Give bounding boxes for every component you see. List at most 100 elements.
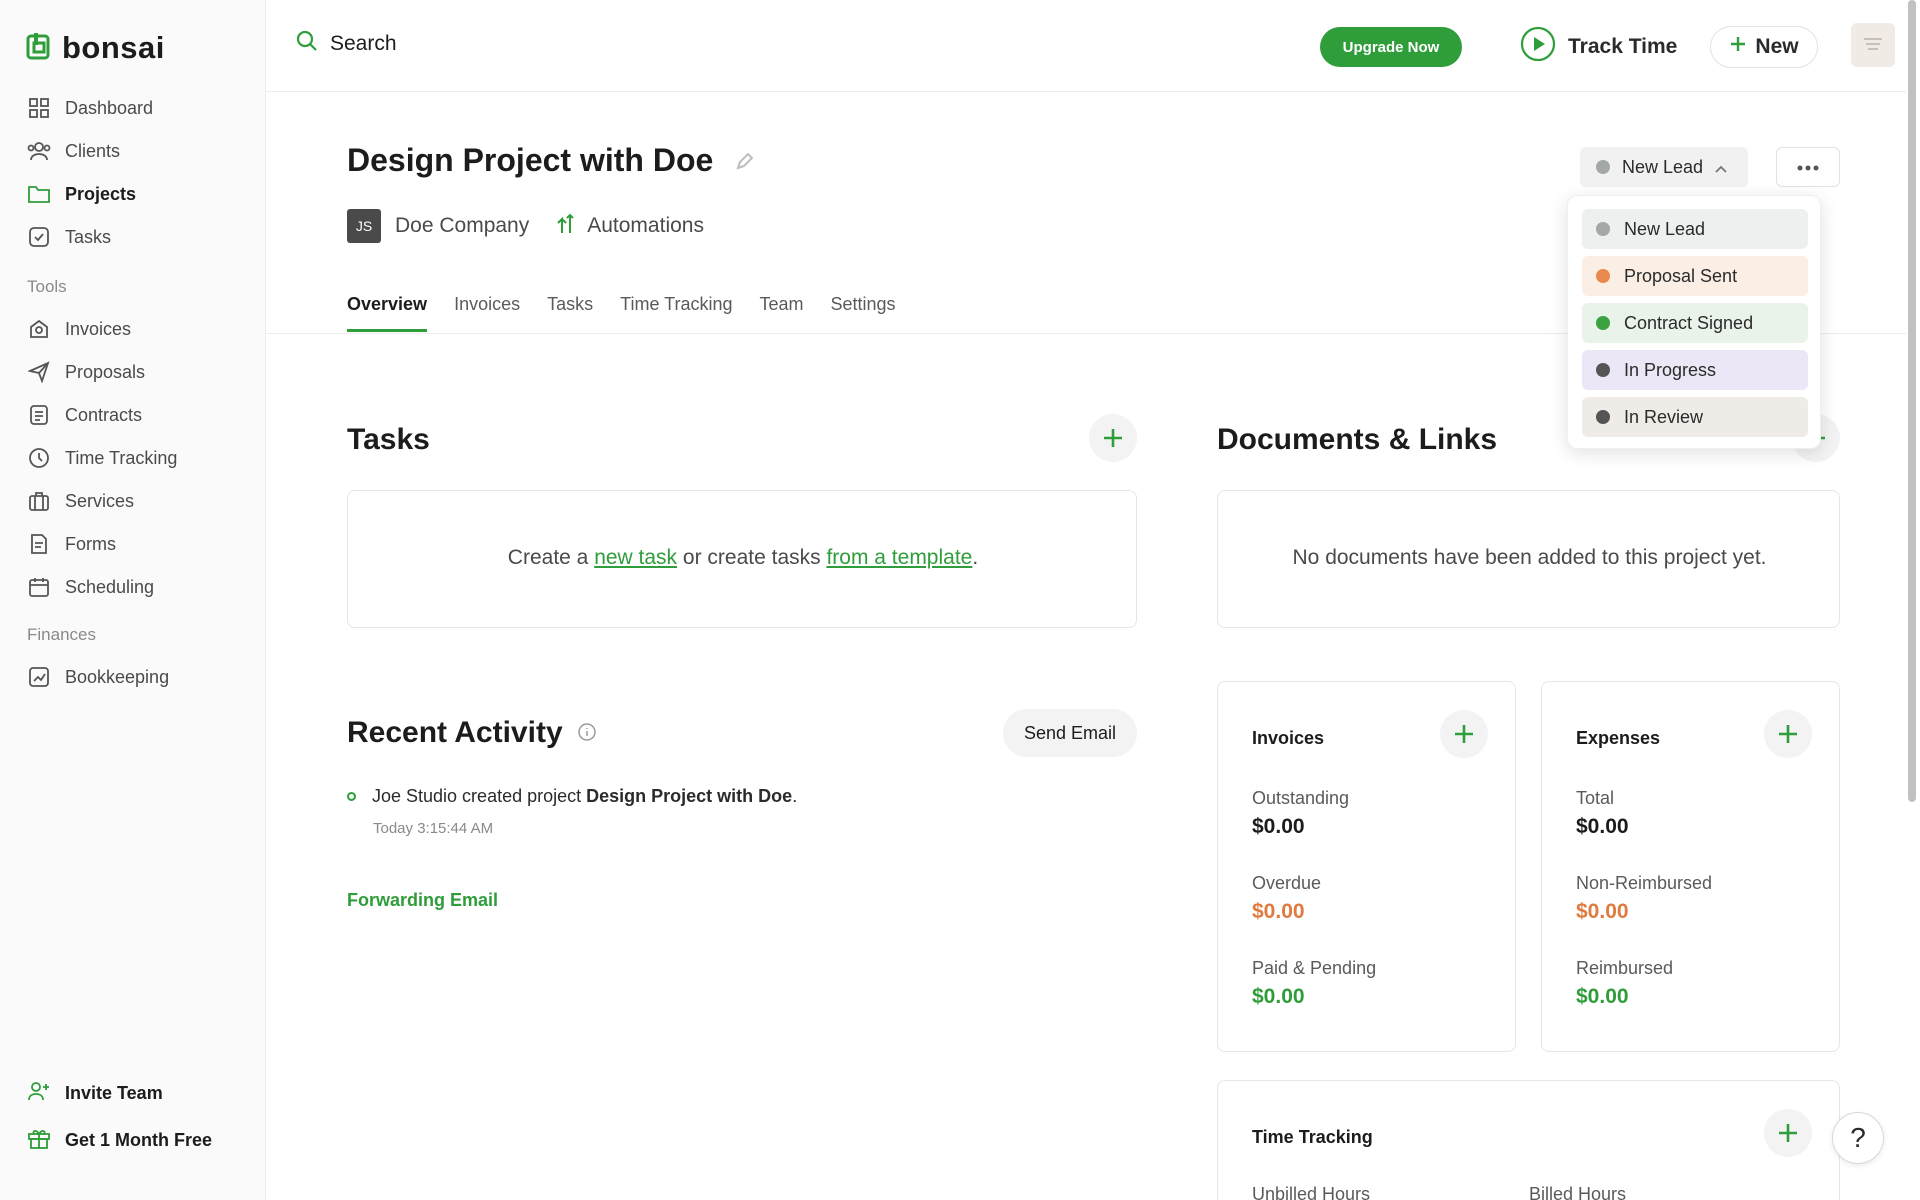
chevron-up-icon (1715, 157, 1727, 178)
dashboard-icon (27, 96, 51, 120)
logo[interactable]: bonsai (26, 30, 165, 66)
sidebar-item-label: Scheduling (65, 576, 155, 597)
status-option-in-progress[interactable]: In Progress (1582, 350, 1808, 390)
invoices-card: Invoices Outstanding $0.00 Overdue $0.00… (1217, 681, 1516, 1052)
sidebar-item-dashboard[interactable]: Dashboard (27, 96, 153, 120)
invite-team-button[interactable]: Invite Team (27, 1080, 163, 1107)
sidebar-item-label: Bookkeeping (65, 666, 170, 687)
sidebar-item-bookkeeping[interactable]: Bookkeeping (27, 665, 169, 689)
sidebar-item-contracts[interactable]: Contracts (27, 403, 142, 427)
expenses-card: Expenses Total $0.00 Non-Reimbursed $0.0… (1541, 681, 1840, 1052)
add-invoice-button[interactable] (1440, 710, 1488, 758)
play-icon (1520, 26, 1556, 68)
info-icon[interactable] (577, 716, 597, 750)
sidebar-item-projects[interactable]: Projects (27, 182, 136, 206)
help-button[interactable]: ? (1832, 1112, 1884, 1164)
add-time-entry-button[interactable] (1764, 1109, 1812, 1157)
get-free-month-button[interactable]: Get 1 Month Free (27, 1127, 212, 1154)
clients-icon (27, 139, 51, 163)
top-bar: Search Upgrade Now Track Time New (266, 0, 1920, 92)
status-dropdown-menu: New Lead Proposal Sent Contract Signed I… (1567, 195, 1821, 449)
status-option-proposal-sent[interactable]: Proposal Sent (1582, 256, 1808, 296)
non-reimbursed-label: Non-Reimbursed (1576, 873, 1713, 893)
scrollbar-thumb[interactable] (1908, 0, 1916, 802)
tasks-empty-suffix: . (972, 546, 979, 569)
tab-time-tracking[interactable]: Time Tracking (620, 294, 732, 332)
tab-overview[interactable]: Overview (347, 294, 428, 332)
client-name-link[interactable]: Doe Company (395, 214, 529, 238)
status-option-in-review[interactable]: In Review (1582, 397, 1808, 437)
activity-text: Joe Studio created project Design Projec… (372, 786, 797, 807)
project-title-text: Design Project with Doe (347, 142, 714, 178)
tab-tasks[interactable]: Tasks (547, 294, 593, 332)
sidebar-item-label: Dashboard (65, 97, 154, 118)
status-dot (1596, 160, 1610, 174)
contract-icon (27, 403, 51, 427)
invoice-icon (27, 317, 51, 341)
tasks-empty-text: Create a new task or create tasks from a… (348, 546, 1138, 570)
new-task-link[interactable]: new task (594, 546, 677, 569)
search-bar[interactable]: Search (296, 30, 397, 58)
briefcase-icon (27, 489, 51, 513)
sidebar-item-label: Clients (65, 140, 121, 161)
sidebar-item-label: Time Tracking (65, 447, 178, 468)
logo-text: bonsai (62, 30, 165, 65)
section-heading-tools: Tools (27, 277, 67, 296)
send-icon (27, 360, 51, 384)
status-option-label: Proposal Sent (1624, 265, 1738, 286)
sidebar: bonsai Dashboard Clients Projects Tasks … (0, 0, 266, 1200)
sidebar-item-services[interactable]: Services (27, 489, 134, 513)
forwarding-email-link[interactable]: Forwarding Email (347, 890, 498, 911)
activity-entry: Joe Studio created project Design Projec… (347, 786, 797, 807)
tab-team[interactable]: Team (759, 294, 803, 332)
get-free-month-label: Get 1 Month Free (65, 1130, 213, 1150)
sidebar-item-scheduling[interactable]: Scheduling (27, 575, 154, 599)
status-option-contract-signed[interactable]: Contract Signed (1582, 303, 1808, 343)
sidebar-item-label: Services (65, 490, 135, 511)
chart-icon (27, 665, 51, 689)
send-email-button[interactable]: Send Email (1003, 709, 1137, 757)
track-time-button[interactable]: Track Time (1520, 26, 1677, 68)
activity-bullet-icon (347, 792, 356, 801)
status-option-label: In Progress (1624, 359, 1717, 380)
sidebar-item-label: Tasks (65, 226, 112, 247)
status-dot (1596, 222, 1610, 236)
outstanding-value: $0.00 (1252, 815, 1305, 838)
more-options-button[interactable] (1776, 147, 1840, 187)
status-label: New Lead (1622, 156, 1704, 177)
add-expense-button[interactable] (1764, 710, 1812, 758)
activity-project-link[interactable]: Design Project with Doe (586, 786, 792, 806)
invite-team-label: Invite Team (65, 1083, 163, 1103)
sidebar-item-invoices[interactable]: Invoices (27, 317, 131, 341)
status-option-new-lead[interactable]: New Lead (1582, 209, 1808, 249)
tab-settings[interactable]: Settings (831, 294, 896, 332)
documents-empty-card: No documents have been added to this pro… (1217, 490, 1840, 628)
sidebar-item-time-tracking[interactable]: Time Tracking (27, 446, 177, 470)
total-label: Total (1576, 788, 1615, 808)
page-title: Design Project with Doe (347, 142, 754, 179)
new-button[interactable]: New (1710, 26, 1818, 68)
add-task-button[interactable] (1089, 414, 1137, 462)
sidebar-item-label: Projects (65, 183, 137, 204)
unbilled-hours-label: Unbilled Hours (1252, 1184, 1371, 1200)
sidebar-item-proposals[interactable]: Proposals (27, 360, 145, 384)
expenses-card-title: Expenses (1576, 728, 1661, 748)
avatar[interactable] (1851, 23, 1895, 67)
clock-icon (27, 446, 51, 470)
sidebar-item-forms[interactable]: Forms (27, 532, 116, 556)
reimbursed-value: $0.00 (1576, 985, 1629, 1008)
activity-section-title: Recent Activity (347, 716, 597, 750)
sidebar-item-clients[interactable]: Clients (27, 139, 120, 163)
time-tracking-card: Time Tracking Unbilled Hours Billed Hour… (1217, 1080, 1840, 1200)
sidebar-item-tasks[interactable]: Tasks (27, 225, 111, 249)
overdue-value: $0.00 (1252, 900, 1305, 923)
non-reimbursed-value: $0.00 (1576, 900, 1629, 923)
status-dot (1596, 363, 1610, 377)
activity-title-text: Recent Activity (347, 716, 563, 749)
automations-link[interactable]: Automations (555, 211, 704, 241)
tab-invoices[interactable]: Invoices (454, 294, 520, 332)
template-link[interactable]: from a template (826, 546, 972, 569)
upgrade-now-button[interactable]: Upgrade Now (1320, 27, 1462, 67)
status-select[interactable]: New Lead (1580, 147, 1748, 187)
edit-pencil-icon[interactable] (735, 142, 754, 179)
